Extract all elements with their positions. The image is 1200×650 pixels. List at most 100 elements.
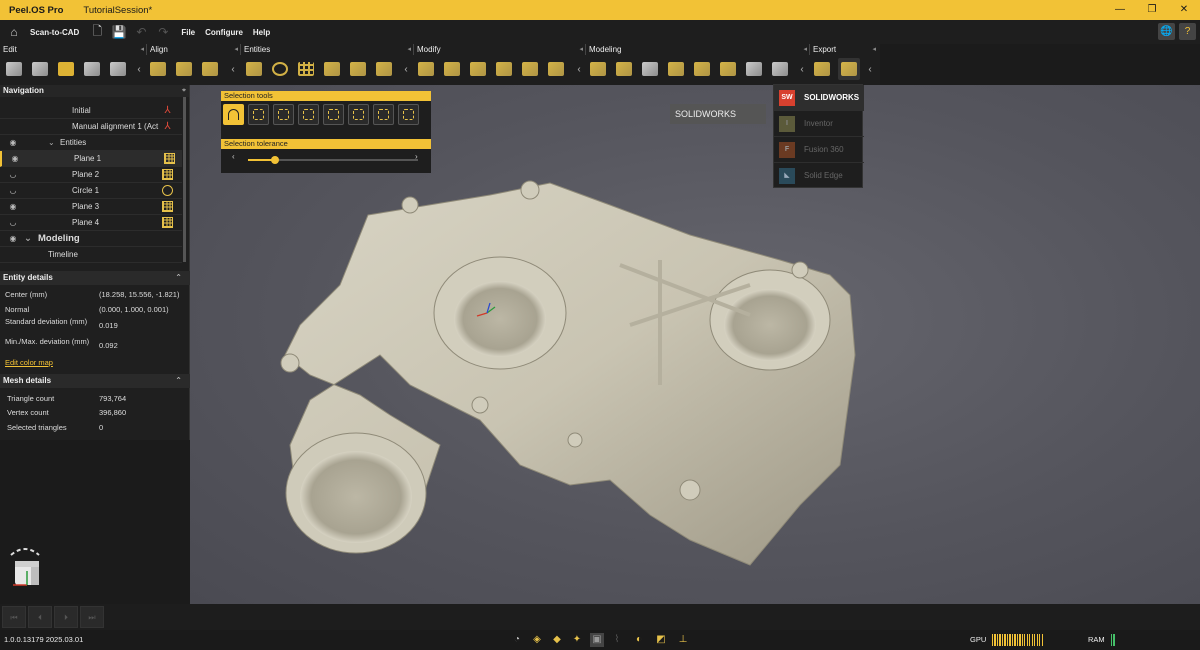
modeling-box-button[interactable] xyxy=(613,58,635,80)
tree-row-plane3[interactable]: ◉ Plane 3 xyxy=(0,199,182,215)
new-file-icon[interactable]: 🗋 xyxy=(89,24,105,40)
collapse-export-icon[interactable]: ◂ xyxy=(872,44,876,55)
tree-row-plane4[interactable]: ◡ Plane 4 xyxy=(0,215,182,231)
edit-decimate-button[interactable] xyxy=(107,58,129,80)
mode-label[interactable]: Scan-to-CAD xyxy=(30,28,79,37)
home-icon[interactable]: ⌂ xyxy=(6,24,22,40)
deviation-icon[interactable]: ⌇ xyxy=(610,633,624,647)
mesh-details-header[interactable]: Mesh details ⌃ xyxy=(0,374,190,388)
eye-closed-icon[interactable]: ◡ xyxy=(7,167,19,183)
entity-details-header[interactable]: Entity details ⌃ xyxy=(0,271,190,285)
collapse-edit-icon[interactable]: ◂ xyxy=(140,44,144,55)
eye-closed-icon[interactable]: ◡ xyxy=(7,215,19,231)
tolerance-slider[interactable] xyxy=(248,156,418,164)
eye-icon[interactable]: ◉ xyxy=(9,151,21,167)
tree-row-manual-alignment[interactable]: Manual alignment 1 (Act ⅄ xyxy=(0,119,182,135)
collapse-modify-icon[interactable]: ◂ xyxy=(579,44,583,55)
modeling-solid-button[interactable] xyxy=(665,58,687,80)
orbit-icon[interactable]: ◔ xyxy=(510,633,524,647)
modify-triangle-button[interactable] xyxy=(441,58,463,80)
tolerance-knob[interactable] xyxy=(271,156,280,164)
collapse-align-icon[interactable]: ◂ xyxy=(234,44,238,55)
menu-file[interactable]: File xyxy=(181,28,195,37)
first-step-button[interactable]: ⏮ xyxy=(2,606,26,628)
tree-row-plane2[interactable]: ◡ Plane 2 xyxy=(0,167,182,183)
visibility-icon[interactable]: ◐ xyxy=(632,633,646,647)
close-button[interactable]: ✕ xyxy=(1168,0,1200,20)
eye-icon[interactable]: ◉ xyxy=(7,231,19,247)
render-mesh-icon[interactable]: ◈ xyxy=(530,633,544,647)
modify-curve-button[interactable] xyxy=(519,58,541,80)
menu-configure[interactable]: Configure xyxy=(205,28,243,37)
next-step-button[interactable]: ⏵ xyxy=(54,606,78,628)
modeling-convert-button[interactable] xyxy=(769,58,791,80)
eye-icon[interactable]: ◉ xyxy=(7,199,19,215)
tree-row-modeling[interactable]: ◉ ⌄ Modeling xyxy=(0,231,182,247)
export-inventor-item[interactable]: I Inventor xyxy=(774,111,864,137)
increase-tolerance-icon[interactable]: › xyxy=(415,152,418,161)
align-plane-button[interactable] xyxy=(173,58,195,80)
tree-row-circle1[interactable]: ◡ Circle 1 xyxy=(0,183,182,199)
render-shaded-icon[interactable]: ◆ xyxy=(550,633,564,647)
entities-points-button[interactable] xyxy=(243,58,265,80)
axes-toggle-icon[interactable]: ⊥ xyxy=(676,633,690,647)
chevron-left-icon[interactable]: ‹ xyxy=(798,63,806,77)
align-manual-button[interactable] xyxy=(199,58,221,80)
language-icon[interactable]: 🌐 xyxy=(1158,23,1175,40)
modeling-sketch-button[interactable] xyxy=(587,58,609,80)
edit-fill-holes-button[interactable] xyxy=(81,58,103,80)
tree-row-entities[interactable]: ◉ ⌄ Entities xyxy=(0,135,182,151)
pin-icon[interactable]: ⌖ xyxy=(182,85,186,97)
undo-icon[interactable]: ↶ xyxy=(133,24,149,40)
modeling-shape-button[interactable] xyxy=(691,58,713,80)
chevron-left-icon[interactable]: ‹ xyxy=(575,63,583,77)
chevron-left-icon[interactable]: ‹ xyxy=(402,63,410,77)
expand-icon[interactable]: ⌄ xyxy=(48,135,55,151)
export-solidworks-item[interactable]: SW SOLIDWORKS xyxy=(774,85,864,111)
render-points-icon[interactable]: ✦ xyxy=(570,633,584,647)
export-solidedge-item[interactable]: ◣ Solid Edge xyxy=(774,163,864,189)
render-wireframe-icon[interactable]: ▣ xyxy=(590,633,604,647)
redo-icon[interactable]: ↷ xyxy=(155,24,171,40)
modify-cut-button[interactable] xyxy=(415,58,437,80)
restore-button[interactable]: ❐ xyxy=(1136,0,1168,20)
chevron-left-icon[interactable]: ‹ xyxy=(866,63,874,77)
feedback-icon[interactable]: ? xyxy=(1179,23,1196,40)
entities-plane-button[interactable] xyxy=(295,58,317,80)
invert-select-button[interactable] xyxy=(373,104,394,125)
chevron-left-icon[interactable]: ‹ xyxy=(135,63,143,77)
decrease-tolerance-icon[interactable]: ‹ xyxy=(232,152,235,161)
edit-select-button[interactable] xyxy=(55,58,77,80)
chevron-left-icon[interactable]: ‹ xyxy=(229,63,237,77)
menu-help[interactable]: Help xyxy=(253,28,270,37)
edit-mesh-button[interactable] xyxy=(3,58,25,80)
collapse-modeling-icon[interactable]: ◂ xyxy=(803,44,807,55)
save-icon[interactable]: 💾 xyxy=(111,24,127,40)
minimize-button[interactable]: — xyxy=(1104,0,1136,20)
modify-mirror-button[interactable] xyxy=(545,58,567,80)
view-cube[interactable] xyxy=(5,543,47,591)
entities-tools-button[interactable] xyxy=(373,58,395,80)
rect-select-button[interactable] xyxy=(248,104,269,125)
tree-row-initial[interactable]: Initial ⅄ xyxy=(0,103,182,119)
last-step-button[interactable]: ⏭ xyxy=(80,606,104,628)
chevron-up-icon[interactable]: ⌃ xyxy=(175,374,182,388)
entities-circle-button[interactable] xyxy=(269,58,291,80)
modeling-face-button[interactable] xyxy=(743,58,765,80)
entities-extract-button[interactable] xyxy=(347,58,369,80)
edit-color-map-link[interactable]: Edit color map xyxy=(5,358,53,367)
align-axes-button[interactable] xyxy=(147,58,169,80)
tree-row-timeline[interactable]: Timeline xyxy=(0,247,182,263)
expand-icon[interactable]: ⌄ xyxy=(24,231,32,247)
surface-select-button[interactable] xyxy=(298,104,319,125)
eye-closed-icon[interactable]: ◡ xyxy=(7,183,19,199)
tree-row-plane1[interactable]: ◉ Plane 1 xyxy=(0,151,182,167)
lasso-select-button[interactable] xyxy=(223,104,244,125)
modeling-split-button[interactable] xyxy=(717,58,739,80)
export-upload-button[interactable] xyxy=(811,58,833,80)
export-cad-button[interactable] xyxy=(838,58,860,80)
grow-select-button[interactable] xyxy=(323,104,344,125)
edit-clean-button[interactable] xyxy=(29,58,51,80)
collapse-entities-icon[interactable]: ◂ xyxy=(407,44,411,55)
region-select-button[interactable] xyxy=(273,104,294,125)
